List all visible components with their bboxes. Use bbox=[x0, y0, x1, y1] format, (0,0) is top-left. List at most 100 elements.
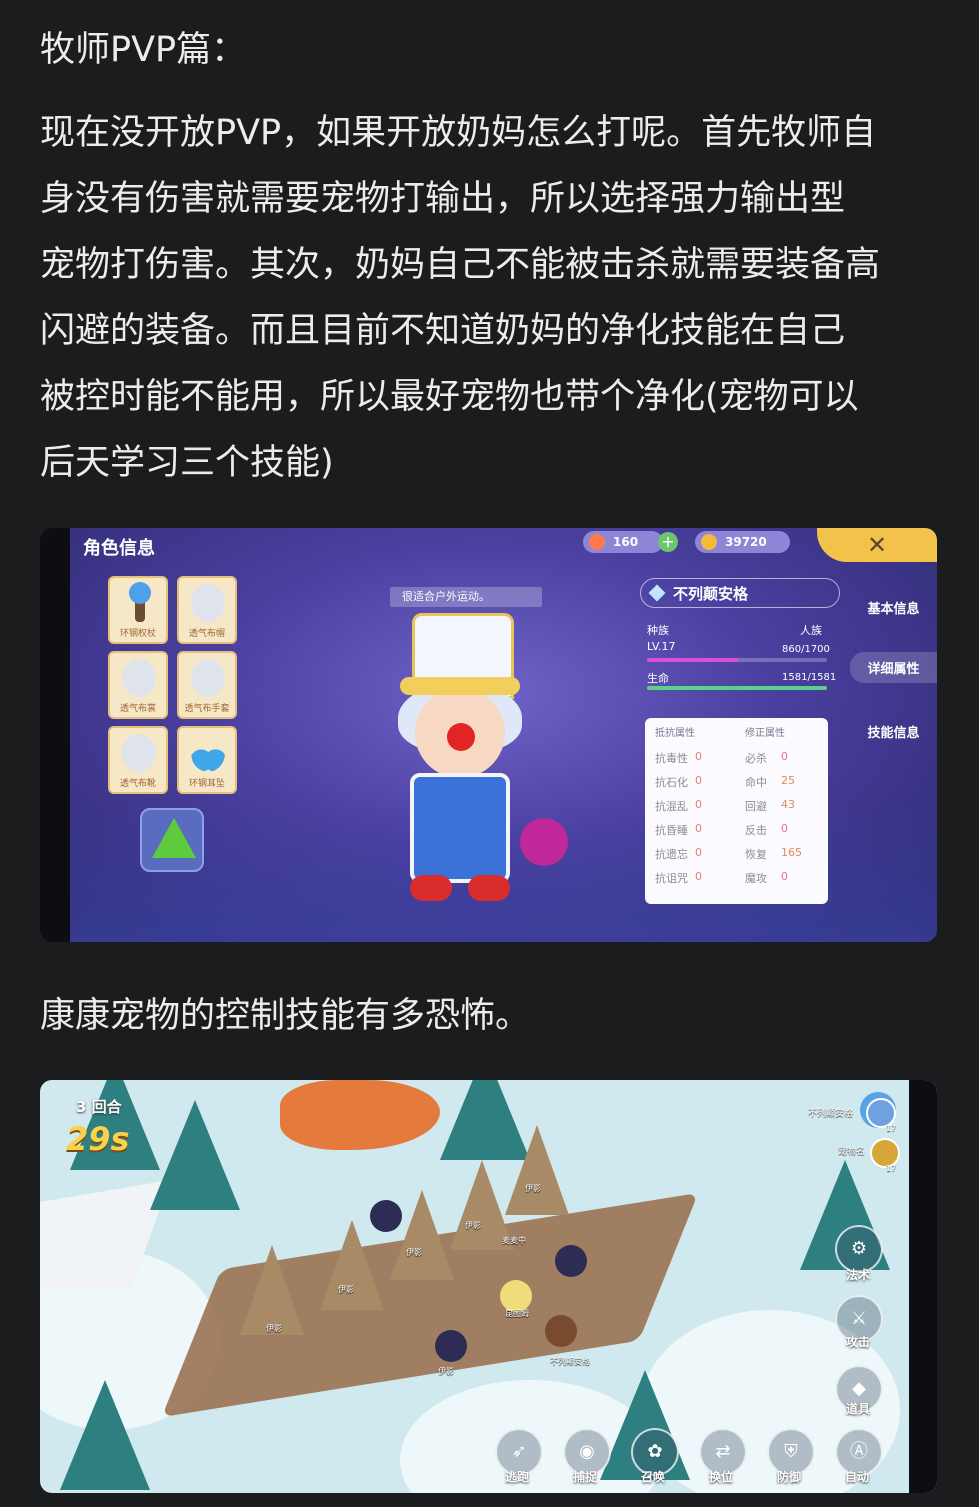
paragraph-line: 宠物打伤害。其次，奶妈自己不能被击杀就需要装备高 bbox=[40, 245, 881, 285]
battle-screenshot[interactable]: 伊影 伊影 伊影 伊影 伊影 伊影 麦麦中 昆图姆 不列颠安格 3 回合 29s… bbox=[40, 1080, 937, 1493]
earring-icon bbox=[191, 734, 225, 772]
fix-name: 恢复 bbox=[745, 848, 767, 861]
equipment-slot[interactable]: 透气布靴 bbox=[108, 726, 168, 794]
player-name: 不列颠安格 bbox=[808, 1109, 854, 1119]
unit-label: 伊影 bbox=[406, 1248, 422, 1257]
unit-label: 伊影 bbox=[338, 1285, 354, 1294]
rock-spike bbox=[505, 1125, 569, 1215]
fix-name: 必杀 bbox=[745, 752, 767, 765]
hp-bar bbox=[647, 686, 827, 690]
fix-value: 165 bbox=[781, 846, 802, 859]
skill-label: 防御 bbox=[777, 1470, 802, 1484]
staff-icon bbox=[129, 582, 151, 622]
hp-bar-fill bbox=[647, 686, 827, 690]
equipment-label: 环钢权杖 bbox=[119, 629, 156, 639]
attribute-panel: 抵抗属性 修正属性 抗毒性 0 必杀 0 抗石化 0 命中 25 抗混乱 0 回避 43 抗… bbox=[645, 718, 828, 904]
crystal-slot[interactable] bbox=[140, 808, 204, 872]
resist-value: 0 bbox=[695, 870, 702, 883]
red-nose bbox=[447, 723, 475, 751]
character-name-text: 不列颠安格 bbox=[673, 585, 749, 603]
edit-icon bbox=[648, 584, 666, 602]
skill-label: 换位 bbox=[709, 1470, 734, 1484]
resist-name: 抗遗忘 bbox=[655, 848, 688, 861]
post-heading: 牧师PVP篇： bbox=[40, 30, 247, 70]
attribute-row: 抗石化 0 命中 25 bbox=[645, 770, 828, 794]
attribute-row: 抗昏睡 0 反击 0 bbox=[645, 818, 828, 842]
player-character[interactable] bbox=[545, 1315, 577, 1347]
post-caption: 康康宠物的控制技能有多恐怖。 bbox=[40, 996, 531, 1036]
attribute-row: 抗毒性 0 必杀 0 bbox=[645, 746, 828, 770]
skill-label: 法术 bbox=[846, 1268, 871, 1282]
round-counter: 3 回合 bbox=[76, 1098, 122, 1116]
pine-tree bbox=[60, 1380, 150, 1490]
staff-orb bbox=[520, 818, 568, 866]
fix-value: 43 bbox=[781, 798, 795, 811]
rock-spike bbox=[390, 1190, 454, 1280]
attribute-row: 抗诅咒 0 魔攻 0 bbox=[645, 866, 828, 890]
hp-value: 1581/1581 bbox=[782, 672, 837, 683]
fix-value: 0 bbox=[781, 750, 788, 763]
close-icon[interactable]: ✕ bbox=[867, 531, 887, 559]
equipment-slot[interactable]: 环钢耳坠 bbox=[177, 726, 237, 794]
paragraph-line: 现在没开放PVP，如果开放奶妈怎么打呢。首先牧师自 bbox=[40, 113, 877, 153]
robe-icon bbox=[122, 659, 156, 697]
resist-value: 0 bbox=[695, 846, 702, 859]
resist-header: 抵抗属性 bbox=[655, 728, 695, 739]
pet-name: 宠物名 bbox=[838, 1147, 866, 1157]
equipment-slot[interactable]: 透气布裳 bbox=[108, 651, 168, 719]
add-currency-button[interactable]: + bbox=[658, 532, 678, 552]
hat-icon bbox=[191, 584, 225, 622]
resist-name: 抗混乱 bbox=[655, 800, 688, 813]
tab-skill-info[interactable]: 技能信息 bbox=[850, 722, 937, 741]
enemy-unit[interactable] bbox=[370, 1200, 402, 1232]
resist-value: 0 bbox=[695, 750, 702, 763]
fix-value: 0 bbox=[781, 822, 788, 835]
unit-label: 伊影 bbox=[465, 1221, 481, 1230]
fix-name: 魔攻 bbox=[745, 872, 767, 885]
item-tooltip: 很适合户外运动。 bbox=[390, 587, 542, 607]
close-button[interactable]: ✕ bbox=[817, 528, 937, 562]
equipment-slot[interactable]: 透气布手套 bbox=[177, 651, 237, 719]
fix-header: 修正属性 bbox=[745, 728, 785, 739]
character-info-screenshot[interactable]: 角色信息 160 + 39720 ✕ 环钢权杖 透气布帽 透气布裳 透气布手套 … bbox=[40, 528, 937, 942]
gold-currency-value: 39720 bbox=[725, 535, 767, 549]
maple-tree bbox=[280, 1080, 440, 1150]
character-name[interactable]: 不列颠安格 bbox=[640, 578, 840, 608]
skill-label: 召唤 bbox=[641, 1470, 666, 1484]
enemy-unit[interactable] bbox=[555, 1245, 587, 1277]
unit-label: 伊影 bbox=[525, 1184, 541, 1193]
gem-currency: 160 bbox=[583, 531, 663, 553]
exp-bar bbox=[647, 658, 827, 662]
panel-title: 角色信息 bbox=[83, 538, 155, 559]
gold-icon bbox=[701, 534, 717, 550]
unit-label: 麦麦中 bbox=[502, 1236, 526, 1245]
unit-label: 伊影 bbox=[266, 1324, 282, 1333]
pet-level: 17 bbox=[886, 1164, 897, 1173]
tab-detailed-attributes[interactable]: 详细属性 bbox=[850, 652, 937, 683]
hat-band bbox=[400, 677, 520, 695]
equipment-slot[interactable]: 环钢权杖 bbox=[108, 576, 168, 644]
turn-timer: 29s bbox=[66, 1120, 130, 1158]
enemy-unit[interactable] bbox=[435, 1330, 467, 1362]
fix-name: 回避 bbox=[745, 800, 767, 813]
resist-name: 抗毒性 bbox=[655, 752, 688, 765]
equipment-slot[interactable]: 透气布帽 bbox=[177, 576, 237, 644]
boot-icon bbox=[122, 734, 156, 772]
resist-name: 抗石化 bbox=[655, 776, 688, 789]
tab-basic-info[interactable]: 基本信息 bbox=[850, 598, 937, 617]
robe bbox=[410, 773, 510, 883]
skill-label: 攻击 bbox=[846, 1335, 871, 1349]
resist-value: 0 bbox=[695, 822, 702, 835]
resist-name: 抗昏睡 bbox=[655, 824, 688, 837]
exp-value: 860/1700 bbox=[782, 644, 830, 655]
equipment-label: 环钢耳坠 bbox=[188, 779, 225, 789]
unit-label: 不列颠安格 bbox=[550, 1357, 590, 1366]
fix-name: 命中 bbox=[745, 776, 767, 789]
equipment-label: 透气布裳 bbox=[119, 704, 156, 714]
attribute-row: 抗混乱 0 回避 43 bbox=[645, 794, 828, 818]
paragraph-line: 闪避的装备。而且目前不知道奶妈的净化技能在自己 bbox=[40, 311, 846, 351]
equipment-label: 透气布手套 bbox=[184, 704, 230, 714]
gold-currency: 39720 bbox=[695, 531, 790, 553]
resist-value: 0 bbox=[695, 798, 702, 811]
screen-edge bbox=[909, 1080, 937, 1493]
